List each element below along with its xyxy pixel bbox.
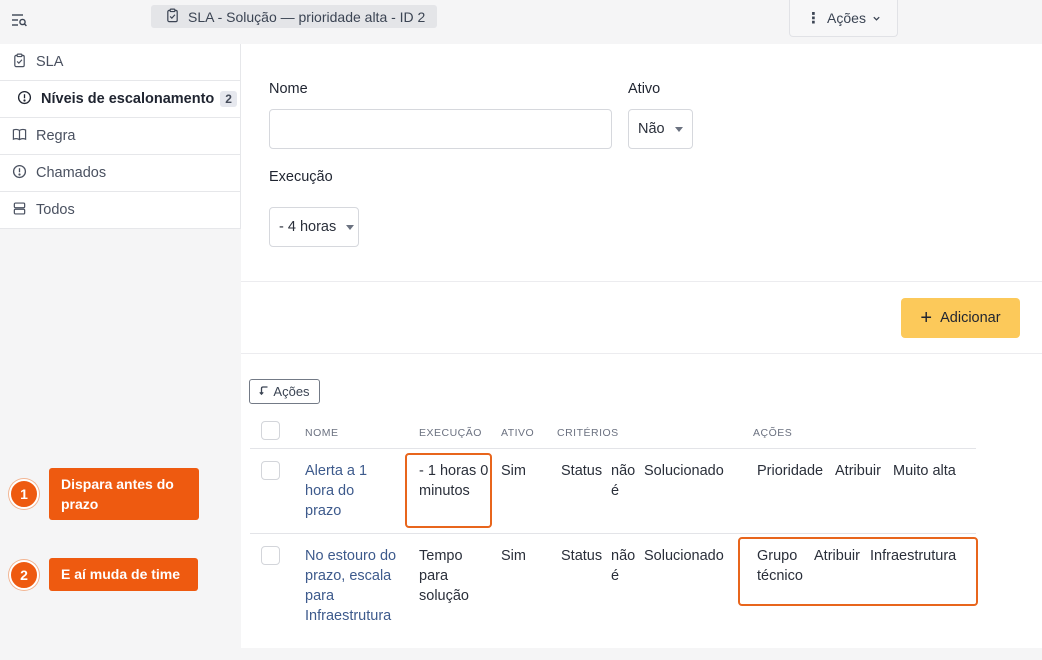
alert-circle-icon [17,90,32,109]
more-vertical-icon: ⋮ [806,10,822,27]
header-actions-label: Ações [827,10,866,26]
annotation-number: 1 [9,479,39,509]
sidebar-item-label: Todos [36,202,75,218]
annotation-callout: E aí muda de time [49,558,198,591]
annotation-number: 2 [9,560,39,590]
count-badge: 2 [220,91,237,107]
row-criteria-field: Status [561,463,603,479]
select-all-checkbox[interactable] [261,421,280,440]
row-criteria-value: Solucionado [644,463,724,479]
sidebar-item-label: Níveis de escalonamento [41,91,215,107]
row-criteria-field: Status [561,548,603,564]
header-actions: AÇÕES [753,427,793,439]
sidebar-item-label: Chamados [36,165,107,181]
add-button-label: Adicionar [940,310,1001,326]
sidebar: SLA Níveis de escalonamento 2 Regra Cham… [0,44,241,229]
main-panel: Nome Ativo Não Execução - 4 horas + Adic… [241,44,1042,648]
active-label: Ativo [628,81,661,97]
caret-down-icon [674,126,683,132]
sidebar-item-label: Regra [36,128,76,144]
sidebar-item-all[interactable]: Todos [0,192,240,229]
table-row: No estouro do prazo, escala para Infraes… [250,534,978,632]
header-criteria: CRITÉRIOS [557,427,619,439]
row-execution: Tempo para solução [419,548,469,604]
sidebar-item-label: SLA [36,54,64,70]
name-label: Nome [269,81,308,97]
row-active: Sim [501,463,526,479]
row-checkbox[interactable] [261,461,280,480]
row-action-field: Prioridade [757,463,824,479]
row-criteria-operator: não é [611,463,636,499]
server-icon [12,201,27,220]
row-criteria-operator: não é [611,548,636,584]
header-actions-button[interactable]: ⋮ Ações [789,0,898,37]
row-checkbox[interactable] [261,546,280,565]
mass-actions-label: Ações [273,384,310,399]
mass-actions-button[interactable]: Ações [249,379,320,404]
alert-circle-icon [12,164,27,183]
execution-label: Execução [269,169,333,185]
chevron-down-icon [872,10,881,26]
row-name-link[interactable]: No estouro do prazo, escala para Infraes… [305,546,405,626]
menu-toggle-icon[interactable] [10,11,28,29]
annotation-callout: Dispara antes do prazo [49,468,199,520]
escalation-table: NOME EXECUÇÃO ATIVO CRITÉRIOS AÇÕES Aler… [250,414,978,632]
active-select[interactable]: Não [628,109,693,149]
caret-down-icon [346,224,355,230]
row-name-link[interactable]: Alerta a 1 hora do prazo [305,461,385,521]
corner-arrow-icon [259,384,269,399]
name-input[interactable] [269,109,612,149]
row-action-type: Atribuir [835,463,881,479]
escalation-form: Nome Ativo Não Execução - 4 horas [241,44,1042,282]
row-active: Sim [501,548,526,564]
execution-select[interactable]: - 4 horas [269,207,359,247]
header-execution: EXECUÇÃO [419,427,482,439]
breadcrumb: SLA - Solução — prioridade alta - ID 2 [151,5,438,28]
book-icon [12,127,27,146]
table-row: Alerta a 1 hora do prazo - 1 horas 0 min… [250,449,976,534]
row-criteria-value: Solucionado [644,548,724,564]
plus-icon: + [920,307,933,329]
sidebar-item-escalation-levels[interactable]: Níveis de escalonamento 2 [0,81,240,118]
header-active: ATIVO [501,427,535,439]
row-action-value: Muito alta [893,463,956,479]
highlight-box [738,537,978,606]
active-select-value: Não [638,121,665,137]
breadcrumb-title: SLA - Solução — prioridade alta - ID 2 [188,8,426,25]
highlight-box [405,453,492,528]
clipboard-check-icon [12,53,27,72]
table-header: NOME EXECUÇÃO ATIVO CRITÉRIOS AÇÕES [250,414,976,449]
add-button[interactable]: + Adicionar [901,298,1020,338]
clipboard-check-icon [165,8,180,26]
execution-select-value: - 4 horas [279,219,337,235]
sidebar-item-rule[interactable]: Regra [0,118,240,155]
sidebar-item-sla[interactable]: SLA [0,44,240,81]
header-name: NOME [305,427,339,439]
sidebar-item-tickets[interactable]: Chamados [0,155,240,192]
add-bar: + Adicionar [241,282,1042,354]
